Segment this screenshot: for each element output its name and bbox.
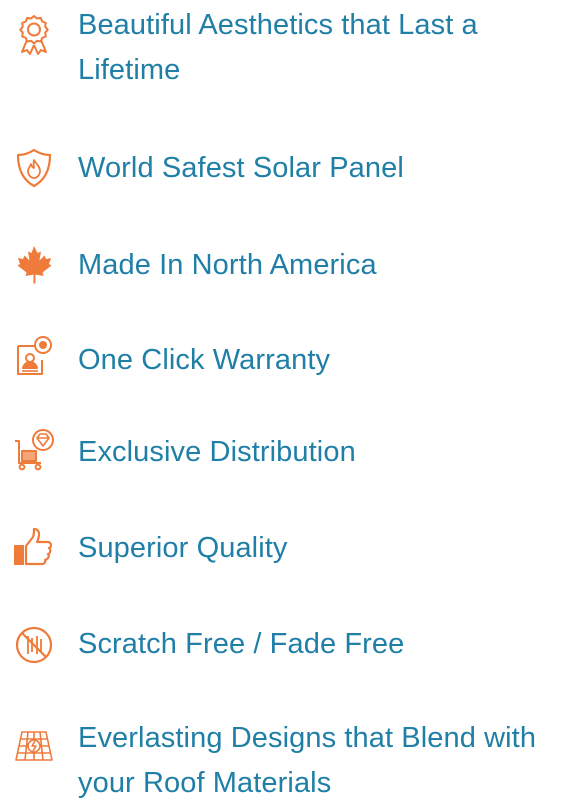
feature-label: Superior Quality [78, 532, 288, 564]
award-ribbon-icon [12, 12, 56, 56]
thumbs-up-icon [12, 526, 56, 570]
feature-label: One Click Warranty [78, 344, 331, 376]
feature-label: World Safest Solar Panel [78, 152, 404, 184]
roof-solar-icon [12, 724, 56, 768]
feature-label: Everlasting Designs that Blend with your… [78, 722, 537, 799]
diamond-cart-icon [12, 427, 56, 471]
fire-shield-icon [12, 146, 56, 190]
feature-label: Made In North America [78, 249, 377, 281]
feature-label: Scratch Free / Fade Free [78, 628, 405, 660]
maple-leaf-icon [12, 243, 56, 287]
no-scratch-icon [12, 623, 56, 667]
feature-label: Beautiful Aesthetics that Last a Lifetim… [78, 9, 478, 86]
feature-list: Beautiful Aesthetics that Last a Lifetim… [0, 0, 569, 804]
feature-label: Exclusive Distribution [78, 436, 356, 468]
warranty-certificate-icon [12, 334, 56, 378]
